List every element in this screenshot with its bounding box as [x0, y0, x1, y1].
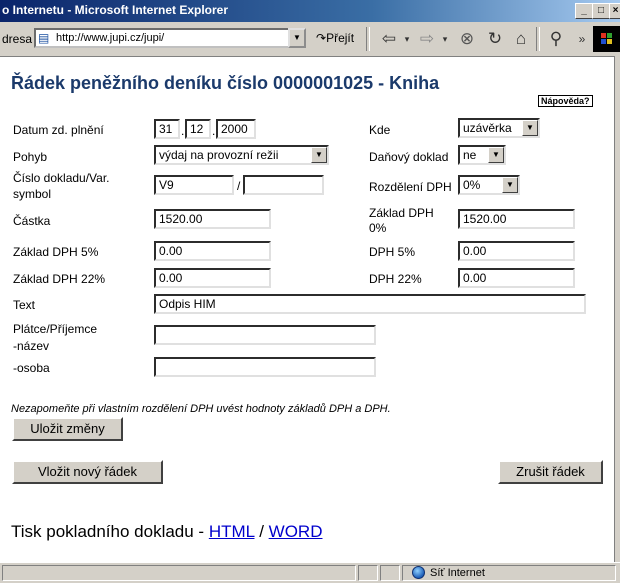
chevron-down-icon[interactable]: ▼	[502, 177, 518, 193]
zaklad0-label: Základ DPH 0%	[369, 206, 434, 236]
save-button[interactable]: Uložit změny	[12, 417, 123, 441]
zaklad22-input[interactable]: 0.00	[154, 268, 271, 288]
window-title: o Internetu - Microsoft Internet Explore…	[2, 3, 229, 17]
back-dropdown-icon[interactable]: ▾	[402, 28, 412, 50]
status-zone-text: Síť Internet	[430, 567, 485, 579]
chevron-more-icon[interactable]: »	[576, 28, 588, 50]
help-link[interactable]: Nápověda?	[538, 95, 593, 107]
print-html-link[interactable]: HTML	[209, 522, 255, 541]
zaklad5-input[interactable]: 0.00	[154, 241, 271, 261]
kniha-link[interactable]: Kniha	[389, 73, 439, 93]
stop-icon[interactable]: ⊗	[456, 28, 478, 50]
rozdeleni-label: Rozdělení DPH	[369, 180, 452, 194]
var-symbol-input[interactable]	[243, 175, 324, 195]
danovy-select[interactable]: ne ▼	[458, 145, 506, 165]
address-input[interactable]: ▤ http://www.jupi.cz/jupi/	[34, 28, 306, 48]
go-arrow-icon: ↷	[316, 31, 327, 45]
insert-row-button[interactable]: Vložit nový řádek	[12, 460, 163, 484]
refresh-icon[interactable]: ↻	[484, 28, 506, 50]
status-pane-main	[2, 565, 356, 581]
datum-label: Datum zd. plnění	[13, 123, 104, 137]
cislo-label-line1: Číslo dokladu/Var.	[13, 171, 110, 185]
toolbar-separator	[366, 27, 370, 51]
rozdeleni-select[interactable]: 0% ▼	[458, 175, 520, 195]
forward-icon[interactable]: ⇨	[416, 28, 438, 50]
datum-sep: .	[181, 124, 185, 138]
chevron-down-icon[interactable]: ▼	[522, 120, 538, 136]
zaklad0-label-line2: 0%	[369, 221, 387, 235]
pohyb-select[interactable]: výdaj na provozní režii ▼	[154, 145, 329, 165]
zaklad0-label-line1: Základ DPH	[369, 206, 434, 220]
datum-day-input[interactable]: 31	[154, 119, 180, 139]
title-bar: o Internetu - Microsoft Internet Explore…	[0, 0, 620, 22]
text-label: Text	[13, 298, 36, 312]
osoba-input[interactable]	[154, 357, 376, 377]
zaklad5-label: Základ DPH 5%	[13, 245, 99, 259]
cancel-row-button[interactable]: Zrušit řádek	[498, 460, 603, 484]
castka-input[interactable]: 1520.00	[154, 209, 271, 229]
status-pane	[358, 565, 378, 581]
cislo-sep: /	[237, 179, 241, 193]
dph5-label: DPH 5%	[369, 245, 416, 259]
vat-note: Nezapomeňte při vlastním rozdělení DPH u…	[11, 403, 391, 415]
kde-value: uzávěrka	[463, 121, 512, 135]
cislo-label-line2: symbol	[13, 187, 52, 201]
zaklad22-label: Základ DPH 22%	[13, 272, 106, 286]
platce-label: Plátce/Příjemce -název	[13, 321, 97, 355]
kde-select[interactable]: uzávěrka ▼	[458, 118, 540, 138]
home-icon[interactable]: ⌂	[510, 28, 532, 50]
rozdeleni-value: 0%	[463, 178, 481, 192]
page-icon: ▤	[38, 31, 50, 45]
danovy-label: Daňový doklad	[369, 150, 449, 164]
print-word-link[interactable]: WORD	[269, 522, 323, 541]
address-toolbar: dresa ▤ http://www.jupi.cz/jupi/ ▼ ↷Přej…	[0, 22, 620, 57]
back-icon[interactable]: ⇦	[378, 28, 400, 50]
zaklad0-input[interactable]: 1520.00	[458, 209, 575, 229]
osoba-label: -osoba	[13, 361, 50, 375]
page-title-text: Řádek peněžního deníku číslo 0000001025 …	[11, 73, 390, 93]
datum-year-input[interactable]: 2000	[216, 119, 256, 139]
chevron-down-icon[interactable]: ▼	[488, 147, 504, 163]
datum-sep: .	[212, 124, 216, 138]
castka-label: Částka	[13, 214, 51, 228]
go-button[interactable]: ↷Přejít	[316, 31, 354, 45]
internet-zone-icon	[412, 566, 425, 579]
address-url: http://www.jupi.cz/jupi/	[56, 32, 165, 44]
close-button[interactable]: ×	[609, 3, 620, 19]
toolbar-separator	[536, 27, 540, 51]
go-label: Přejít	[326, 31, 355, 45]
pohyb-value: výdaj na provozní režii	[159, 148, 279, 162]
windows-logo-icon	[593, 26, 620, 52]
print-line: Tisk pokladního dokladu - HTML / WORD	[11, 522, 322, 542]
kde-label: Kde	[369, 123, 391, 137]
address-label: dresa	[2, 32, 33, 46]
scrollbar[interactable]	[614, 56, 620, 562]
status-bar: Síť Internet	[0, 562, 620, 583]
status-pane	[380, 565, 400, 581]
print-prefix: Tisk pokladního dokladu -	[11, 522, 209, 541]
minimize-button[interactable]: _	[575, 3, 593, 19]
text-input[interactable]: Odpis HIM	[154, 294, 586, 314]
cislo-label: Číslo dokladu/Var. symbol	[13, 170, 110, 202]
print-slash: /	[254, 522, 269, 541]
pohyb-label: Pohyb	[13, 150, 48, 164]
dph22-input[interactable]: 0.00	[458, 268, 575, 288]
platce-label-line1: Plátce/Příjemce	[13, 322, 98, 336]
search-icon[interactable]: ⚲	[544, 28, 568, 50]
dph5-input[interactable]: 0.00	[458, 241, 575, 261]
maximize-button[interactable]: □	[592, 3, 610, 19]
cislo-dokladu-input[interactable]: V9	[154, 175, 234, 195]
platce-label-line2: -název	[13, 339, 50, 353]
platce-nazev-input[interactable]	[154, 325, 376, 345]
datum-month-input[interactable]: 12	[185, 119, 211, 139]
dph22-label: DPH 22%	[369, 272, 422, 286]
forward-dropdown-icon[interactable]: ▾	[440, 28, 450, 50]
chevron-down-icon[interactable]: ▼	[311, 147, 327, 163]
address-dropdown-icon[interactable]: ▼	[288, 28, 306, 48]
danovy-value: ne	[463, 148, 477, 162]
page-title: Řádek peněžního deníku číslo 0000001025 …	[11, 73, 439, 94]
